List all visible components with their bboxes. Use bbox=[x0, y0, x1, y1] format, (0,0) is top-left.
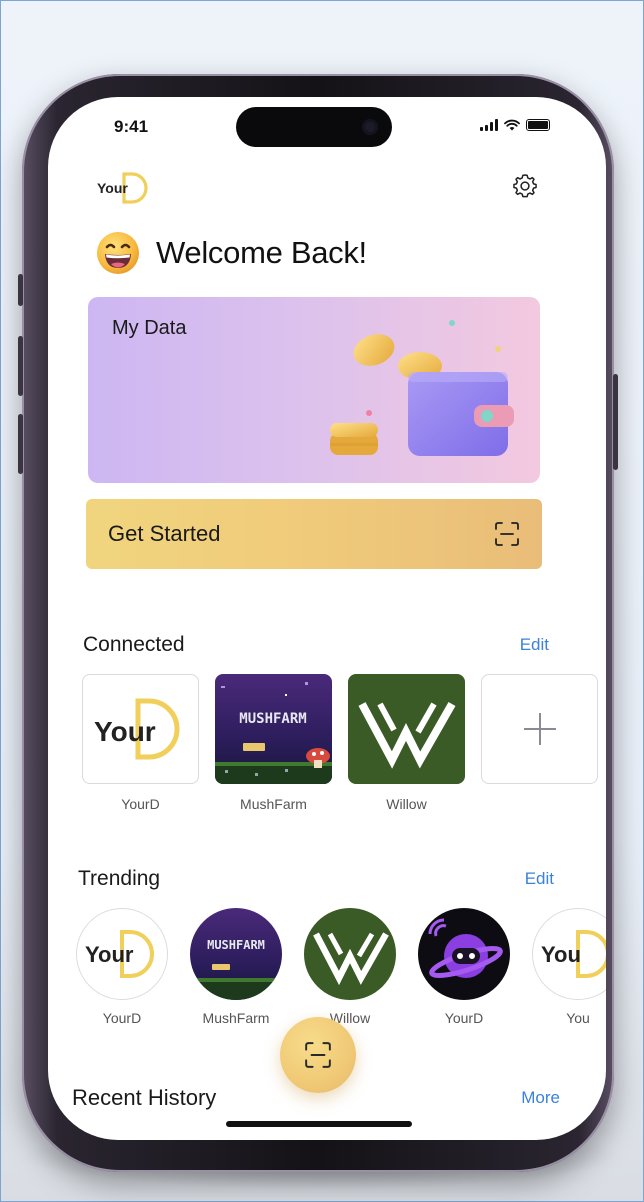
connected-header: Connected Edit bbox=[83, 633, 549, 657]
trending-list: Your YourD MUSHFARM MushFarm Willow Your… bbox=[76, 908, 606, 1026]
willow-logo-icon bbox=[358, 702, 456, 769]
home-indicator[interactable] bbox=[226, 1121, 412, 1127]
connected-item-label: MushFarm bbox=[240, 796, 307, 812]
yourd-logo-icon: Your bbox=[85, 930, 154, 978]
yourd-logo-icon: You bbox=[541, 930, 606, 978]
status-bar: 9:41 bbox=[48, 97, 606, 157]
trending-item-willow[interactable]: Willow bbox=[304, 908, 396, 1026]
battery-icon bbox=[526, 119, 550, 131]
trending-item-mushfarm[interactable]: MUSHFARM MushFarm bbox=[190, 908, 282, 1026]
mushfarm-game-icon: MUSHFARM bbox=[190, 908, 282, 1000]
scan-icon bbox=[305, 1042, 331, 1068]
logo-text: Your bbox=[97, 180, 128, 196]
trending-item-label: You bbox=[566, 1010, 590, 1026]
power-button bbox=[613, 374, 618, 470]
plus-icon bbox=[524, 713, 556, 745]
connected-list: Your YourD MUSHFARM MushFarm Willow bbox=[82, 674, 598, 812]
trending-edit-link[interactable]: Edit bbox=[525, 869, 554, 889]
yourd-logo[interactable]: Your bbox=[96, 171, 156, 210]
yourd-circle: You bbox=[532, 908, 606, 1000]
coin-icon bbox=[353, 334, 395, 366]
get-started-label: Get Started bbox=[108, 521, 221, 546]
planet-avatar-icon bbox=[428, 918, 503, 978]
scan-icon bbox=[495, 522, 519, 546]
yourd-logo-icon: Your bbox=[94, 698, 180, 760]
dynamic-island bbox=[236, 107, 392, 147]
connected-edit-link[interactable]: Edit bbox=[520, 635, 549, 655]
recent-history-more-link[interactable]: More bbox=[521, 1088, 560, 1108]
signal-icon bbox=[480, 119, 498, 131]
sparkle-dot bbox=[366, 410, 372, 416]
svg-text:Your: Your bbox=[94, 716, 156, 747]
trending-item-yourd-planet[interactable]: YourD bbox=[418, 908, 510, 1026]
trending-item-label: MushFarm bbox=[202, 1010, 270, 1026]
svg-text:Your: Your bbox=[85, 942, 134, 967]
sparkle-dot bbox=[495, 346, 501, 352]
willow-logo-icon bbox=[313, 932, 389, 986]
connected-item-yourd[interactable]: Your YourD bbox=[82, 674, 199, 812]
recent-history-title: Recent History bbox=[72, 1085, 217, 1110]
scan-fab-button[interactable] bbox=[280, 1017, 356, 1093]
mushfarm-circle: MUSHFARM bbox=[190, 908, 282, 1000]
planet-circle bbox=[418, 908, 510, 1000]
volume-down-button bbox=[18, 414, 23, 474]
welcome-heading: Welcome Back! bbox=[156, 235, 367, 270]
status-time: 9:41 bbox=[114, 117, 149, 136]
trending-item-label: YourD bbox=[102, 1010, 142, 1026]
gear-icon[interactable] bbox=[512, 173, 538, 199]
yourd-tile: Your bbox=[82, 674, 199, 784]
grinning-face-icon bbox=[97, 232, 139, 274]
svg-text:You: You bbox=[541, 942, 581, 967]
mushfarm-tile: MUSHFARM bbox=[215, 674, 332, 784]
willow-tile bbox=[348, 674, 465, 784]
connected-item-label: Willow bbox=[386, 796, 427, 812]
trending-item-yourd-partial[interactable]: You You bbox=[532, 908, 606, 1026]
my-data-title: My Data bbox=[112, 317, 187, 339]
my-data-card[interactable]: My Data bbox=[88, 297, 540, 483]
trending-header: Trending Edit bbox=[78, 867, 554, 891]
svg-text:MUSHFARM: MUSHFARM bbox=[239, 711, 306, 727]
status-icons bbox=[480, 119, 550, 131]
wallet-clasp-icon bbox=[474, 405, 514, 427]
welcome-row: Welcome Back! bbox=[96, 231, 367, 275]
trending-item-label: YourD bbox=[444, 1010, 484, 1026]
connected-item-label: YourD bbox=[121, 796, 160, 812]
wifi-icon bbox=[504, 119, 520, 131]
volume-up-button bbox=[18, 336, 23, 396]
connected-item-willow[interactable]: Willow bbox=[348, 674, 465, 812]
svg-text:MUSHFARM: MUSHFARM bbox=[207, 938, 265, 952]
mute-switch bbox=[18, 274, 23, 306]
connected-title: Connected bbox=[83, 633, 185, 656]
willow-circle bbox=[304, 908, 396, 1000]
wallet-illustration-icon bbox=[330, 320, 514, 456]
camera-icon bbox=[362, 119, 378, 135]
yourd-circle: Your bbox=[76, 908, 168, 1000]
get-started-button[interactable]: Get Started bbox=[86, 499, 542, 569]
trending-item-yourd[interactable]: Your YourD bbox=[76, 908, 168, 1026]
mushfarm-game-icon: MUSHFARM bbox=[215, 674, 332, 784]
connected-item-mushfarm[interactable]: MUSHFARM MushFarm bbox=[215, 674, 332, 812]
sparkle-dot bbox=[449, 320, 455, 326]
phone-screen: 9:41 Your Welcome Back! My Data Get Star… bbox=[48, 97, 606, 1140]
add-tile bbox=[481, 674, 598, 784]
connected-add-button[interactable] bbox=[481, 674, 598, 812]
trending-title: Trending bbox=[78, 867, 161, 890]
